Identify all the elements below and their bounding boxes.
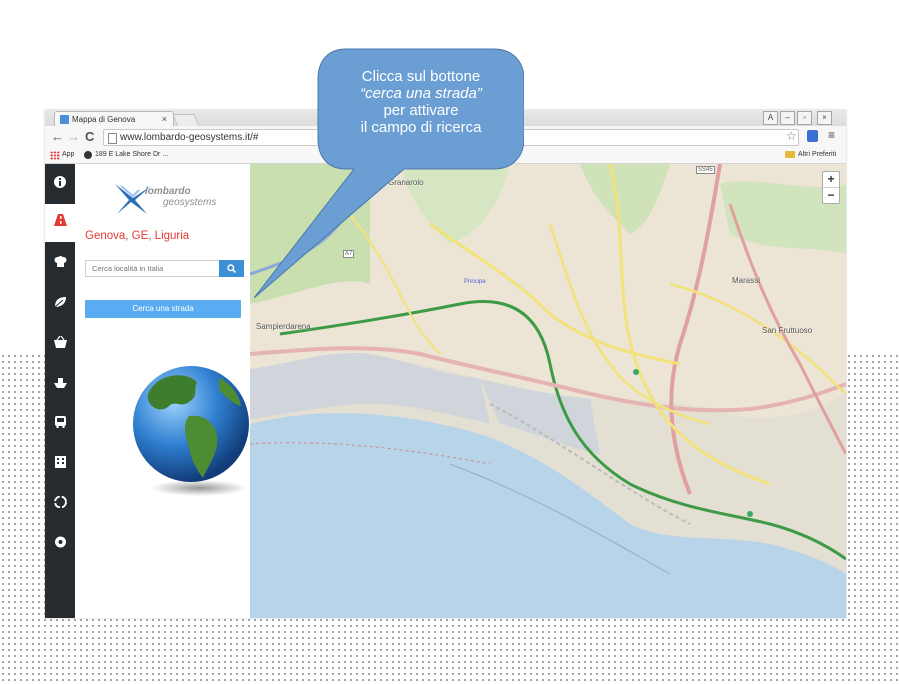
globe-illustration: [133, 366, 249, 496]
settings-icon: [54, 536, 66, 548]
callout-line3: per attivare: [383, 102, 459, 119]
translate-extension-icon[interactable]: [807, 130, 818, 142]
bookmark-favicon-icon: [84, 151, 92, 159]
instruction-callout: Clicca sul bottone “cerca una strada” pe…: [254, 48, 524, 308]
icon-sidebar: [45, 164, 75, 618]
sidebar-food-button[interactable]: [45, 246, 75, 282]
zoom-in-button[interactable]: +: [823, 172, 839, 188]
bookmark-other[interactable]: Altri Preferiti: [798, 151, 836, 158]
side-panel: lombardo geosystems Genova, GE, Liguria …: [75, 164, 250, 618]
bus-icon: [54, 416, 66, 429]
back-arrow-icon[interactable]: ←: [51, 129, 64, 145]
sidebar-recycle-button[interactable]: [45, 486, 75, 522]
chef-hat-icon: [54, 256, 66, 267]
callout-text: Clicca sul bottone “cerca una strada” pe…: [318, 68, 524, 136]
sidebar-settings-button[interactable]: [45, 526, 75, 562]
callout-line2: “cerca una strada”: [360, 85, 482, 102]
info-icon: [54, 176, 66, 188]
sidebar-bus-button[interactable]: [45, 406, 75, 442]
map-favicon-icon: [60, 115, 69, 124]
bookmark-item[interactable]: 189 E Lake Shore Dr ...: [95, 151, 168, 158]
sidebar-road-button[interactable]: [45, 204, 75, 242]
road-icon: [53, 214, 67, 226]
profile-button[interactable]: A: [763, 111, 778, 125]
building-icon: [54, 456, 66, 468]
apps-grid-icon[interactable]: [50, 151, 60, 160]
logo-line2: geosystems: [163, 197, 217, 208]
map-label-ss45: SS45: [696, 166, 715, 174]
location-search-input[interactable]: [85, 260, 219, 277]
bookmark-star-icon[interactable]: ☆: [786, 129, 797, 143]
map-label-san-fruttuoso: San Fruttuoso: [762, 326, 813, 335]
sidebar-building-button[interactable]: [45, 446, 75, 482]
location-title: Genova, GE, Liguria: [85, 230, 190, 242]
search-button[interactable]: [219, 260, 244, 277]
ship-icon: [53, 378, 67, 388]
browser-tab[interactable]: Mappa di Genova ×: [54, 111, 174, 127]
map-label-marassi: Marassi: [732, 276, 761, 285]
page-icon: [108, 133, 117, 144]
zoom-out-button[interactable]: −: [823, 188, 839, 203]
url-text: www.lombardo-geosystems.it/#: [120, 132, 259, 143]
tab-close-icon[interactable]: ×: [162, 114, 167, 124]
sidebar-ship-button[interactable]: [45, 366, 75, 402]
tab-title: Mappa di Genova: [72, 115, 136, 124]
basket-icon: [53, 335, 67, 348]
recycle-icon: [53, 495, 67, 509]
search-road-button[interactable]: Cerca una strada: [85, 300, 241, 318]
zoom-control: + −: [822, 171, 840, 204]
sidebar-nature-button[interactable]: [45, 286, 75, 322]
close-window-button[interactable]: ×: [817, 111, 832, 125]
sidebar-info-button[interactable]: [45, 166, 75, 202]
folder-icon: [785, 151, 795, 158]
callout-line4: il campo di ricerca: [360, 119, 482, 136]
company-logo-text: lombardo geosystems: [145, 186, 216, 208]
leaf-icon: [54, 297, 66, 308]
forward-arrow-icon[interactable]: →: [67, 129, 80, 145]
maximize-button[interactable]: ▫: [797, 111, 812, 125]
reload-icon[interactable]: C: [85, 129, 94, 145]
callout-line1: Clicca sul bottone: [361, 68, 481, 85]
menu-icon[interactable]: ≡: [828, 128, 835, 142]
search-icon: [227, 264, 236, 273]
sidebar-shopping-button[interactable]: [45, 326, 75, 362]
minimize-button[interactable]: –: [780, 111, 795, 125]
bookmark-apps[interactable]: App: [62, 151, 74, 158]
map-label-sampierdarena: Sampierdarena: [256, 322, 311, 331]
logo-line1: lombardo: [145, 186, 191, 197]
